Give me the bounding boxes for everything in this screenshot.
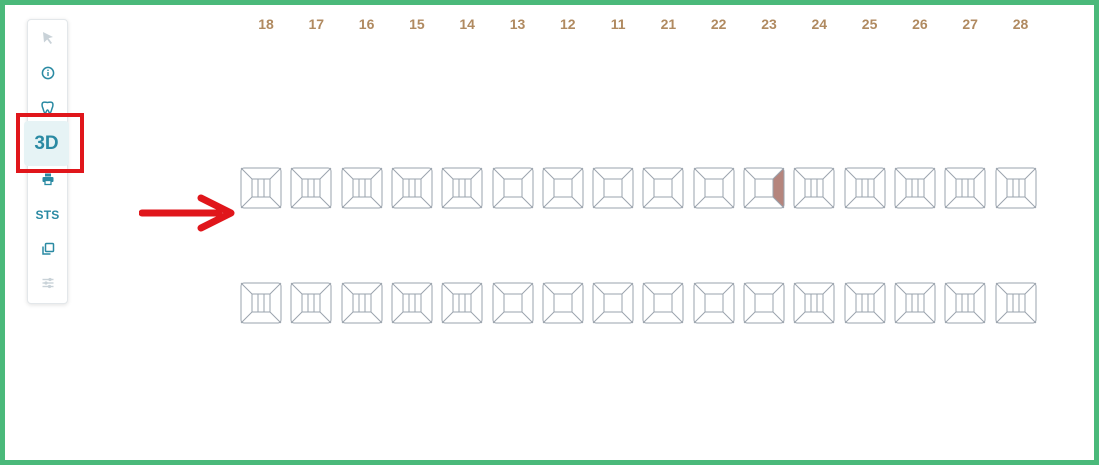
sliders-icon xyxy=(42,277,53,289)
tooth-diagram[interactable] xyxy=(844,282,886,324)
tooth-number-label: 18 xyxy=(258,16,274,32)
tooth-surfaces-icon xyxy=(592,167,634,209)
tooth-diagram[interactable] xyxy=(944,167,986,209)
tooth-number-label: 28 xyxy=(1012,16,1029,32)
settings-tool-button[interactable] xyxy=(28,274,67,292)
tooth-diagram[interactable] xyxy=(894,282,936,324)
tooth-surfaces-icon xyxy=(290,282,332,324)
pointer-tool-button[interactable] xyxy=(28,29,67,47)
tooth-number-label: 25 xyxy=(861,16,878,32)
tooth-number-label: 13 xyxy=(509,16,526,32)
tooth-diagram[interactable] xyxy=(743,167,785,209)
tooth-number-label: 27 xyxy=(962,16,978,32)
tooth-diagram[interactable] xyxy=(693,282,735,324)
tooth-number-label: 12 xyxy=(560,16,576,32)
tooth-diagram[interactable] xyxy=(290,282,332,324)
tooth-number-label: 21 xyxy=(660,16,677,32)
tooth-surfaces-icon xyxy=(341,282,383,324)
tooth-diagram[interactable] xyxy=(290,167,332,209)
tooth-number-label: 23 xyxy=(761,16,777,32)
tooth-diagram[interactable] xyxy=(542,282,584,324)
tooth-diagram[interactable] xyxy=(793,282,835,324)
info-tool-button[interactable] xyxy=(28,64,67,82)
tooth-surfaces-icon xyxy=(542,167,584,209)
tooth-diagram[interactable] xyxy=(642,167,684,209)
tooth-surfaces-icon xyxy=(290,167,332,209)
tooth-diagram[interactable] xyxy=(693,167,735,209)
tooth-diagram[interactable] xyxy=(844,167,886,209)
tooth-surfaces-icon xyxy=(693,167,735,209)
tooth-diagram[interactable] xyxy=(492,167,534,209)
tooth-diagram[interactable] xyxy=(391,282,433,324)
tooth-surfaces-icon xyxy=(240,282,282,324)
tooth-diagram[interactable] xyxy=(542,167,584,209)
tooth-diagram[interactable] xyxy=(240,167,282,209)
tooth-surfaces-icon xyxy=(492,282,533,324)
tooth-surfaces-icon xyxy=(642,167,684,209)
tooth-surfaces-icon xyxy=(743,282,785,324)
tooth-number-label: 14 xyxy=(459,16,475,32)
tooth-diagram[interactable] xyxy=(995,282,1037,324)
sts-label: STS xyxy=(35,208,60,222)
cursor-arrow-icon xyxy=(42,32,53,44)
tooth-surfaces-icon xyxy=(844,167,886,209)
tooth-number-header: 18 17 16 15 14 13 12 11 21 22 23 24 25 26 27 28 xyxy=(245,16,1045,36)
copy-tool-button[interactable] xyxy=(28,240,67,258)
tooth-diagram[interactable] xyxy=(894,167,936,209)
tooth-surfaces-icon xyxy=(341,167,383,209)
tooth-surfaces-icon xyxy=(944,167,986,209)
tooth-diagram[interactable] xyxy=(492,282,534,324)
printer-icon xyxy=(42,173,53,186)
tooth-diagram[interactable] xyxy=(391,167,433,209)
tooth-number-label: 17 xyxy=(308,16,325,32)
tooth-diagram[interactable] xyxy=(341,282,383,324)
tooth-surfaces-icon xyxy=(240,167,282,209)
tooth-surfaces-icon xyxy=(592,282,634,324)
tooth-surfaces-icon xyxy=(492,167,533,209)
tooth-diagram[interactable] xyxy=(592,167,634,209)
tooth-number-label: 24 xyxy=(811,16,828,32)
highlight-annotation-box xyxy=(16,113,84,173)
tooth-surfaces-icon xyxy=(793,167,835,209)
tooth-diagram[interactable] xyxy=(341,167,383,209)
tooth-surfaces-icon xyxy=(894,167,936,209)
tooth-surfaces-icon xyxy=(844,282,886,324)
tooth-number-label: 15 xyxy=(409,16,425,32)
tooth-number-label: 26 xyxy=(912,16,928,32)
tooth-diagram[interactable] xyxy=(240,282,282,324)
tooth-surfaces-icon xyxy=(995,167,1036,209)
tooth-number-label: 22 xyxy=(710,16,727,32)
tooth-number-label: 16 xyxy=(358,16,375,32)
tooth-diagram[interactable] xyxy=(592,282,634,324)
tooth-surfaces-icon xyxy=(642,282,684,324)
tooth-diagram[interactable] xyxy=(441,167,483,209)
app-frame: 3D STS 18 17 16 15 14 13 12 11 21 22 23 … xyxy=(0,0,1099,465)
tooth-surfaces-icon xyxy=(793,282,835,324)
tooth-diagram[interactable] xyxy=(441,282,483,324)
sts-tool-button[interactable]: STS xyxy=(28,206,67,224)
tooth-surfaces-icon xyxy=(441,282,483,324)
tooth-diagram[interactable] xyxy=(642,282,684,324)
info-circle-icon xyxy=(41,66,54,80)
tooth-diagram[interactable] xyxy=(995,167,1037,209)
tooth-surfaces-icon xyxy=(743,167,785,209)
tooth-surfaces-icon xyxy=(995,282,1036,324)
tooth-surfaces-icon xyxy=(944,282,986,324)
tooth-surfaces-icon xyxy=(391,167,433,209)
tooth-number-label: 11 xyxy=(610,16,626,32)
tooth-surfaces-icon xyxy=(441,167,483,209)
tooth-surfaces-icon xyxy=(391,282,433,324)
tooth-surfaces-icon xyxy=(542,282,584,324)
tooth-surfaces-icon xyxy=(693,282,735,324)
tooth-surfaces-icon xyxy=(894,282,936,324)
copy-icon xyxy=(41,242,54,255)
tooth-diagram[interactable] xyxy=(743,282,785,324)
annotation-arrow-icon xyxy=(139,194,235,232)
tooth-diagram[interactable] xyxy=(944,282,986,324)
tooth-diagram[interactable] xyxy=(793,167,835,209)
